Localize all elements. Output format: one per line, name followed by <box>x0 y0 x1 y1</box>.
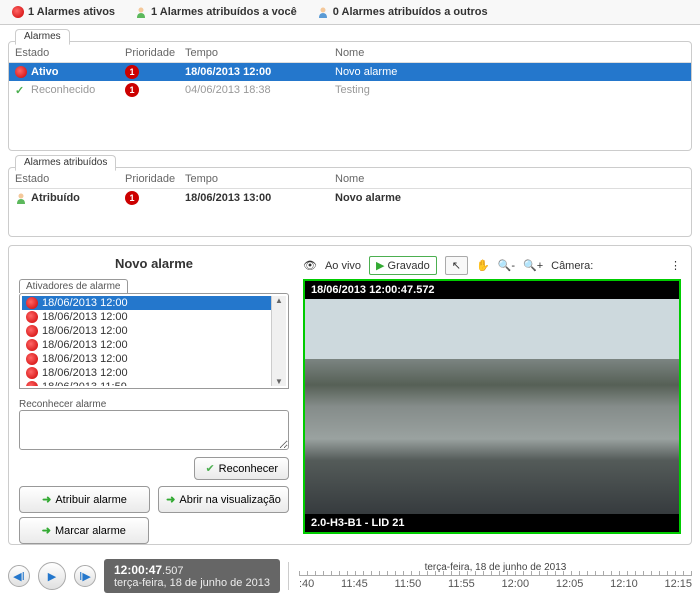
col-name[interactable]: Nome <box>335 173 685 185</box>
play-icon: ▶ <box>376 259 384 272</box>
video-timestamp: 18/06/2013 12:00:47.572 <box>305 281 679 299</box>
assigned-time: 18/06/2013 13:00 <box>185 192 335 204</box>
timeline[interactable]: terça-feira, 18 de junho de 2013 :40 11:… <box>288 562 692 590</box>
led-red-icon <box>26 311 38 323</box>
eye-icon: 👁 <box>303 259 317 272</box>
alarms-panel: Alarmes Estado Prioridade Tempo Nome Ati… <box>8 41 692 151</box>
zoom-out-tool[interactable]: 🔍- <box>498 259 515 272</box>
trigger-row[interactable]: 18/06/2013 12:00 <box>22 324 271 338</box>
ack-textarea[interactable] <box>19 410 289 450</box>
step-back-button[interactable]: ◀Ⅰ <box>8 565 30 587</box>
assigned-tab[interactable]: Alarmes atribuídos <box>15 155 116 171</box>
arrow-right-icon: ➜ <box>166 493 175 506</box>
assign-button[interactable]: ➜Atribuir alarme <box>19 486 150 513</box>
col-time[interactable]: Tempo <box>185 47 335 59</box>
triggers-scrollbar[interactable]: ▲▼ <box>271 296 286 386</box>
pointer-tool[interactable]: ↖ <box>445 256 468 275</box>
zoom-in-tool[interactable]: 🔍+ <box>523 259 543 272</box>
alarm-state: Ativo <box>31 66 59 78</box>
open-view-button[interactable]: ➜Abrir na visualização <box>158 486 289 513</box>
alarm-name: Novo alarme <box>335 66 685 78</box>
assigned-state: Atribuído <box>31 192 80 204</box>
recorded-button[interactable]: ▶Gravado <box>369 256 437 275</box>
alarms-header: Estado Prioridade Tempo Nome <box>9 44 691 63</box>
led-red-icon <box>26 325 38 337</box>
trigger-row[interactable]: 18/06/2013 12:00 <box>22 296 271 310</box>
assigned-header: Estado Prioridade Tempo Nome <box>9 170 691 189</box>
led-red-icon <box>26 381 38 386</box>
alarm-time: 18/06/2013 12:00 <box>185 66 335 78</box>
active-alarms-status: 1 Alarmes ativos <box>12 6 115 18</box>
assigned-panel: Alarmes atribuídos Estado Prioridade Tem… <box>8 167 692 237</box>
col-priority[interactable]: Prioridade <box>125 173 185 185</box>
assigned-name: Novo alarme <box>335 192 685 204</box>
col-time[interactable]: Tempo <box>185 173 335 185</box>
check-icon: ✔ <box>205 462 214 475</box>
led-red-icon <box>12 6 24 18</box>
led-red-icon <box>15 66 27 78</box>
alarm-row[interactable]: Ativo 1 18/06/2013 12:00 Novo alarme <box>9 63 691 81</box>
triggers-list: 18/06/2013 12:00 18/06/2013 12:00 18/06/… <box>19 293 289 389</box>
alarm-time: 04/06/2013 18:38 <box>185 84 335 96</box>
alarms-tab[interactable]: Alarmes <box>15 29 70 45</box>
col-name[interactable]: Nome <box>335 47 685 59</box>
bookmark-button[interactable]: ➜Marcar alarme <box>19 517 149 544</box>
time-display: 12:00:47.507 terça-feira, 18 de junho de… <box>104 559 280 593</box>
alarm-state: Reconhecido <box>31 84 95 96</box>
video-camera-id: 2.0-H3-B1 - LID 21 <box>305 514 679 532</box>
assigned-you-text: 1 Alarmes atribuídos a você <box>151 6 297 18</box>
assigned-others-text: 0 Alarmes atribuídos a outros <box>333 6 488 18</box>
trigger-row[interactable]: 18/06/2013 11:59 <box>22 380 271 386</box>
menu-icon[interactable]: ⋮ <box>670 259 681 272</box>
user-green-icon <box>135 6 147 18</box>
ack-label: Reconhecer alarme <box>19 399 289 410</box>
detail-title: Novo alarme <box>19 256 289 271</box>
arrow-right-icon: ➜ <box>42 524 51 537</box>
alarm-row[interactable]: ✓ Reconhecido 1 04/06/2013 18:38 Testing <box>9 81 691 99</box>
step-fwd-button[interactable]: Ⅰ▶ <box>74 565 96 587</box>
pan-tool[interactable]: ✋ <box>476 259 490 272</box>
led-red-icon <box>26 297 38 309</box>
play-button[interactable]: ▶ <box>38 562 66 590</box>
col-state[interactable]: Estado <box>15 173 125 185</box>
live-label[interactable]: Ao vivo <box>325 260 361 272</box>
active-alarms-text: 1 Alarmes ativos <box>28 6 115 18</box>
video-viewport[interactable]: 18/06/2013 12:00:47.572 2.0-H3-B1 - LID … <box>303 279 681 534</box>
priority-badge: 1 <box>125 83 139 97</box>
trigger-row[interactable]: 18/06/2013 12:00 <box>22 352 271 366</box>
led-red-icon <box>26 367 38 379</box>
assigned-others-status: 0 Alarmes atribuídos a outros <box>317 6 488 18</box>
video-frame <box>305 299 679 514</box>
col-state[interactable]: Estado <box>15 47 125 59</box>
priority-badge: 1 <box>125 65 139 79</box>
led-red-icon <box>26 353 38 365</box>
alarm-name: Testing <box>335 84 685 96</box>
ack-button[interactable]: ✔Reconhecer <box>194 457 289 480</box>
triggers-label: Ativadores de alarme <box>19 279 128 293</box>
trigger-row[interactable]: 18/06/2013 12:00 <box>22 310 271 324</box>
trigger-row[interactable]: 18/06/2013 12:00 <box>22 366 271 380</box>
trigger-row[interactable]: 18/06/2013 12:00 <box>22 338 271 352</box>
led-red-icon <box>26 339 38 351</box>
user-green-icon <box>15 192 27 204</box>
col-priority[interactable]: Prioridade <box>125 47 185 59</box>
arrow-right-icon: ➜ <box>42 493 51 506</box>
assigned-row[interactable]: Atribuído 1 18/06/2013 13:00 Novo alarme <box>9 189 691 207</box>
camera-label: Câmera: <box>551 260 593 272</box>
assigned-you-status: 1 Alarmes atribuídos a você <box>135 6 297 18</box>
priority-badge: 1 <box>125 191 139 205</box>
check-icon: ✓ <box>15 84 27 96</box>
detail-panel: Novo alarme Ativadores de alarme 18/06/2… <box>8 245 692 545</box>
user-blue-icon <box>317 6 329 18</box>
playback-bar: ◀Ⅰ ▶ Ⅰ▶ 12:00:47.507 terça-feira, 18 de … <box>0 553 700 599</box>
